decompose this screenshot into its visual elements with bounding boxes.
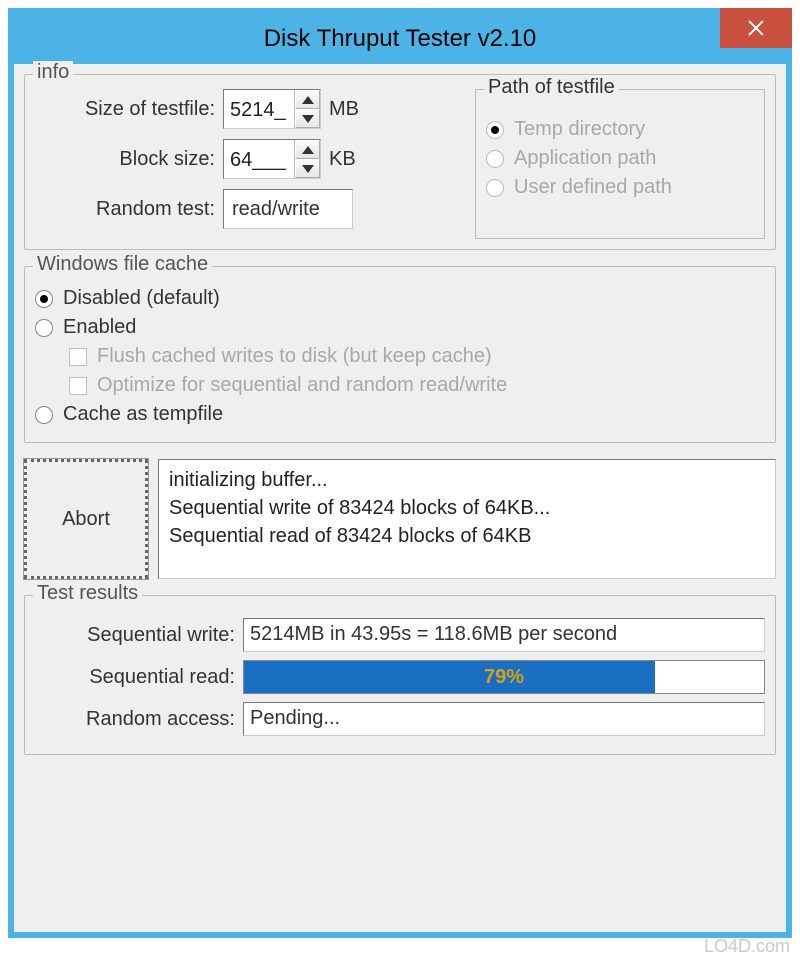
flush-checkbox[interactable]: Flush cached writes to disk (but keep ca… (69, 345, 765, 368)
cache-disabled-radio[interactable]: Disabled (default) (35, 287, 765, 310)
path-temp-radio[interactable]: Temp directory (486, 118, 754, 141)
path-user-radio[interactable]: User defined path (486, 176, 754, 199)
log-output: initializing buffer... Sequential write … (158, 459, 776, 579)
block-unit: KB (329, 148, 369, 171)
flush-label: Flush cached writes to disk (but keep ca… (97, 345, 492, 368)
close-button[interactable] (720, 8, 792, 48)
seq-read-progress: 79% (243, 660, 765, 694)
random-access-label: Random access: (35, 708, 235, 731)
cache-enabled-label: Enabled (63, 316, 136, 339)
path-app-radio[interactable]: Application path (486, 147, 754, 170)
triangle-up-icon (302, 96, 314, 104)
run-section: Abort initializing buffer... Sequential … (24, 459, 776, 579)
size-input[interactable]: 5214_ (223, 89, 321, 129)
progress-percent: 79% (244, 661, 764, 693)
path-legend: Path of testfile (484, 76, 619, 99)
seq-write-value: 5214MB in 43.95s = 118.6MB per second (243, 618, 765, 652)
random-label: Random test: (35, 198, 215, 221)
block-down-button[interactable] (295, 159, 320, 178)
cache-tempfile-radio[interactable]: Cache as tempfile (35, 403, 765, 426)
size-value[interactable]: 5214_ (224, 90, 294, 128)
abort-button[interactable]: Abort (24, 459, 148, 579)
block-value[interactable]: 64___ (224, 140, 294, 178)
size-down-button[interactable] (295, 109, 320, 128)
info-legend: info (33, 61, 73, 84)
size-spinner[interactable] (294, 90, 320, 128)
size-up-button[interactable] (295, 90, 320, 109)
window-title: Disk Thruput Tester v2.10 (264, 25, 537, 53)
cache-legend: Windows file cache (33, 253, 212, 276)
size-unit: MB (329, 98, 369, 121)
triangle-up-icon (302, 146, 314, 154)
watermark: LO4D.com (704, 936, 790, 957)
random-access-value: Pending... (243, 702, 765, 736)
path-group: Path of testfile Temp directory Applicat… (475, 89, 765, 239)
log-line: Sequential read of 83424 blocks of 64KB (169, 522, 765, 550)
optimize-label: Optimize for sequential and random read/… (97, 374, 507, 397)
cache-group: Windows file cache Disabled (default) En… (24, 266, 776, 443)
results-group: Test results Sequential write: 5214MB in… (24, 595, 776, 755)
triangle-down-icon (302, 115, 314, 123)
titlebar[interactable]: Disk Thruput Tester v2.10 (14, 14, 786, 64)
info-group: info Size of testfile: 5214_ MB (24, 74, 776, 250)
block-input[interactable]: 64___ (223, 139, 321, 179)
optimize-checkbox[interactable]: Optimize for sequential and random read/… (69, 374, 765, 397)
abort-label: Abort (62, 508, 110, 531)
close-icon (746, 18, 766, 38)
seq-read-label: Sequential read: (35, 666, 235, 689)
random-test-select[interactable]: read/write (223, 189, 353, 229)
seq-write-label: Sequential write: (35, 624, 235, 647)
size-label: Size of testfile: (35, 98, 215, 121)
log-line: Sequential write of 83424 blocks of 64KB… (169, 494, 765, 522)
block-up-button[interactable] (295, 140, 320, 159)
main-window: Disk Thruput Tester v2.10 info Size of t… (8, 8, 792, 938)
block-spinner[interactable] (294, 140, 320, 178)
cache-disabled-label: Disabled (default) (63, 287, 220, 310)
triangle-down-icon (302, 165, 314, 173)
results-legend: Test results (33, 582, 142, 605)
cache-tempfile-label: Cache as tempfile (63, 403, 223, 426)
path-app-label: Application path (514, 147, 656, 170)
path-temp-label: Temp directory (514, 118, 645, 141)
block-label: Block size: (35, 148, 215, 171)
cache-enabled-radio[interactable]: Enabled (35, 316, 765, 339)
path-user-label: User defined path (514, 176, 672, 199)
content-area: info Size of testfile: 5214_ MB (14, 64, 786, 781)
log-line: initializing buffer... (169, 466, 765, 494)
